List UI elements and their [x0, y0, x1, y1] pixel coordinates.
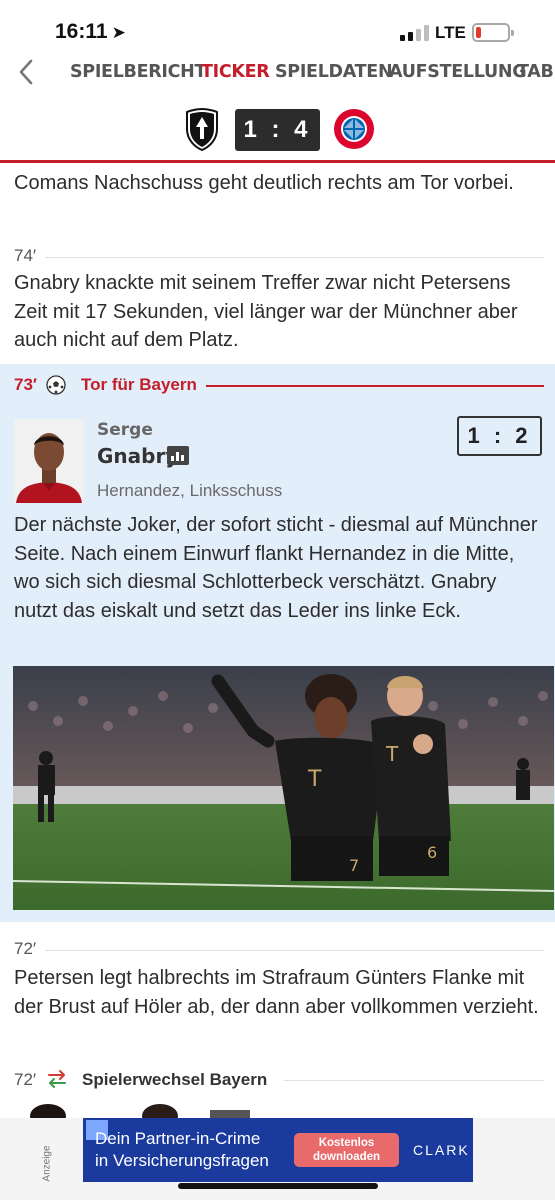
back-button[interactable] — [12, 57, 42, 87]
cellular-signal-icon — [400, 25, 429, 41]
substitution-title: Spielerwechsel Bayern — [82, 1070, 268, 1089]
tab-tabelle[interactable]: TABE — [517, 62, 555, 82]
goal-title: Tor für Bayern — [81, 375, 197, 394]
divider — [284, 1080, 544, 1081]
status-bar: 16:11 ➤ LTE — [0, 0, 555, 60]
goal-score: 1 : 2 — [457, 416, 542, 456]
divider — [45, 257, 544, 258]
substitution-players-preview — [0, 1100, 555, 1120]
goal-event-card: 73′ Tor für Bayern Serge Gnabry Hernande… — [0, 364, 555, 922]
header-divider — [0, 160, 555, 163]
ad-cta-button[interactable]: Kostenlos downloaden — [294, 1133, 399, 1167]
ad-text-line2: in Versicherungsfragen — [95, 1151, 269, 1170]
score-header: 1 : 4 — [0, 100, 555, 162]
ad-text-line1: Dein Partner-in-Crime — [95, 1129, 261, 1148]
svg-text:6: 6 — [427, 843, 437, 862]
goal-header: 73′ Tor für Bayern — [14, 374, 544, 398]
tab-aufstellung[interactable]: AUFSTELLUNG — [389, 62, 527, 82]
bayern-crest-icon[interactable] — [332, 107, 376, 151]
divider — [45, 950, 544, 951]
ad-label: Anzeige — [41, 1145, 53, 1182]
chevron-left-icon — [19, 59, 33, 85]
svg-text:T: T — [307, 767, 322, 792]
ad-cta-line1: Kostenlos — [318, 1137, 375, 1149]
match-score: 1 : 4 — [235, 109, 320, 151]
ticker-minute: 74′ — [14, 246, 37, 265]
tab-spieldaten[interactable]: SPIELDATEN — [275, 62, 393, 82]
battery-icon — [472, 23, 514, 42]
soccer-ball-icon — [46, 375, 66, 395]
goal-description: Der nächste Joker, der sofort sticht - d… — [14, 514, 538, 622]
ticker-minute: 72′ — [14, 1070, 37, 1089]
network-label: LTE — [435, 23, 466, 42]
svg-text:T: T — [385, 742, 399, 766]
goal-minute: 73′ — [14, 375, 37, 394]
goal-celebration-photo[interactable]: T 7 T 6 — [13, 666, 554, 910]
player-portrait[interactable] — [14, 419, 84, 503]
ad-banner[interactable]: Dein Partner-in-Crime in Versicherungsfr… — [83, 1118, 473, 1182]
substitution-row: 72′ Spielerwechsel Bayern — [14, 1068, 544, 1092]
goal-divider — [206, 385, 544, 387]
svg-text:7: 7 — [349, 856, 359, 875]
ticker-minute-row: 72′ — [14, 939, 544, 961]
swap-arrows-icon — [48, 1070, 66, 1088]
freiburg-crest-icon[interactable] — [180, 107, 224, 151]
ad-cta-line2: downloaden — [312, 1151, 381, 1163]
ticker-entry-text: Gnabry knackte mit seinem Treffer zwar n… — [14, 272, 518, 351]
home-indicator[interactable] — [178, 1183, 378, 1189]
tab-ticker[interactable]: TICKER — [201, 62, 270, 82]
tab-navigation: SPIELBERICHT TICKER SPIELDATEN AUFSTELLU… — [0, 55, 555, 91]
ticker-minute: 72′ — [14, 939, 37, 958]
goal-assist: Hernandez, Linksschuss — [97, 481, 283, 500]
ticker-entry-text: Petersen legt halbrechts im Strafraum Gü… — [14, 967, 539, 1018]
status-time: 16:11 ➤ — [55, 20, 126, 43]
ticker-minute-row: 74′ — [14, 246, 544, 268]
player-stats-icon[interactable] — [167, 446, 189, 465]
player-first-name: Serge — [97, 420, 153, 440]
location-arrow-icon: ➤ — [111, 23, 126, 42]
ad-brand-logo: CLARK — [413, 1142, 470, 1158]
ad-text: Dein Partner-in-Crime in Versicherungsfr… — [95, 1128, 269, 1172]
ticker-entry-text: Comans Nachschuss geht deutlich rechts a… — [14, 172, 514, 194]
tab-spielbericht[interactable]: SPIELBERICHT — [70, 62, 206, 82]
